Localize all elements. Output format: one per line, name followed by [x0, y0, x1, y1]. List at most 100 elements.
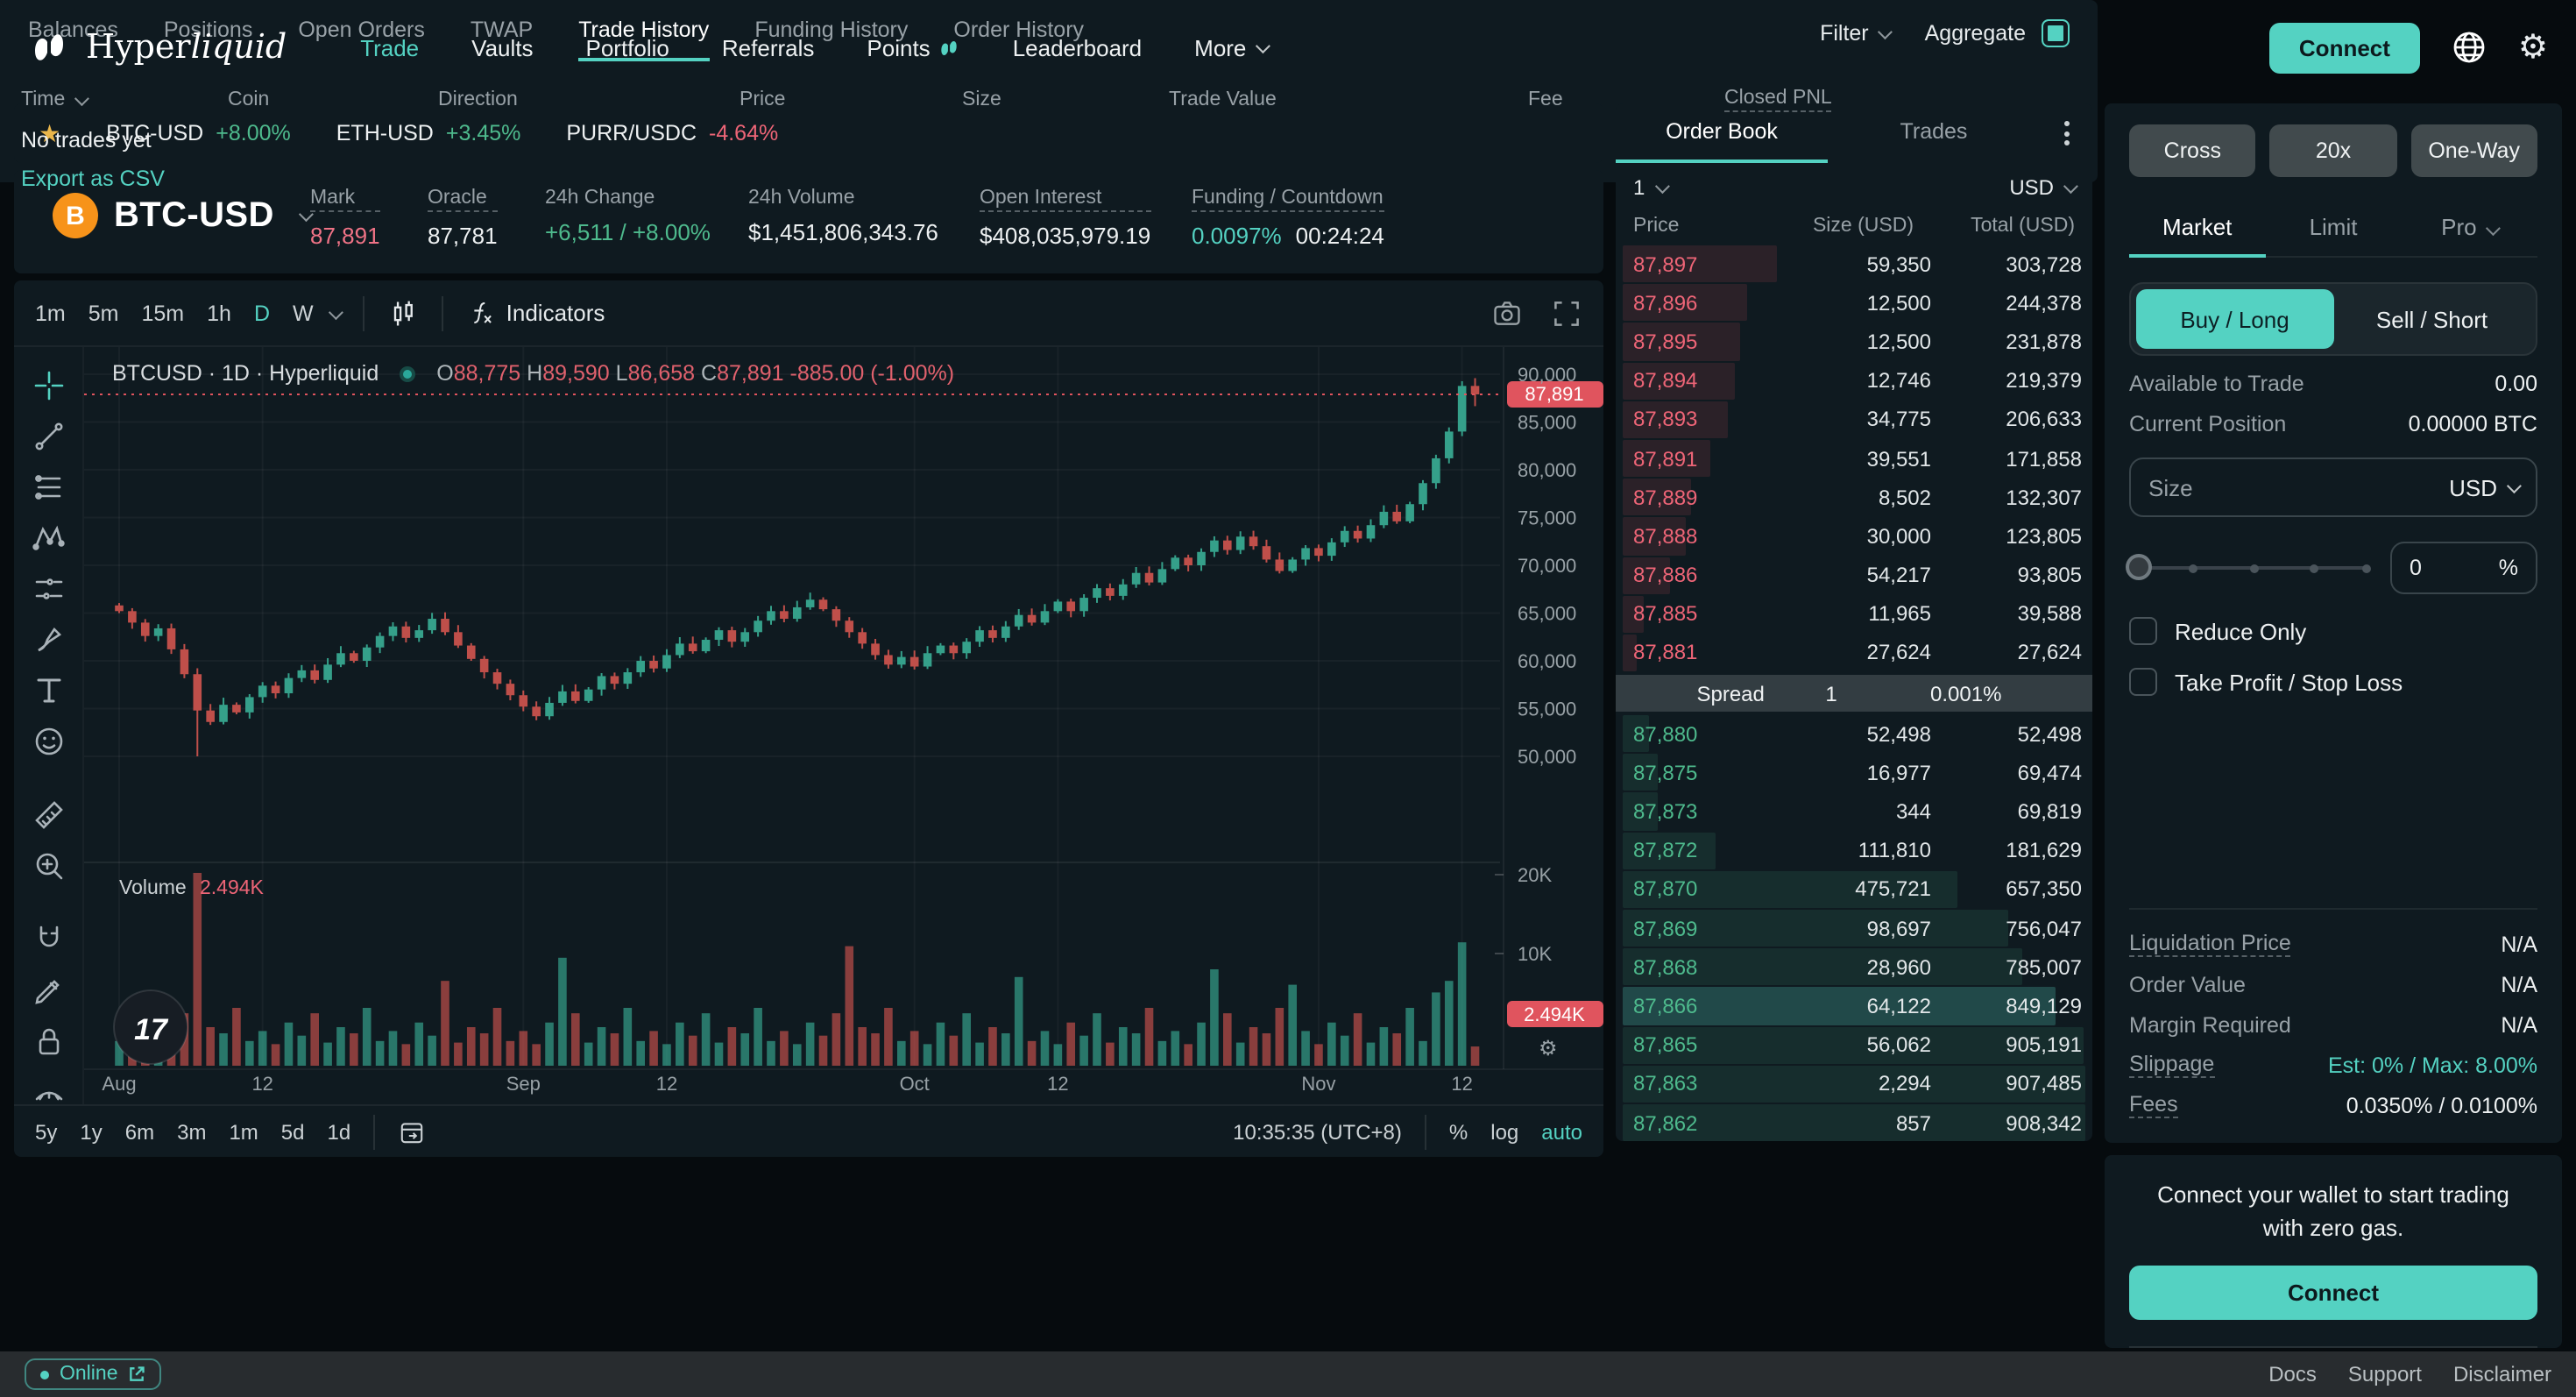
nav-item-referrals[interactable]: Referrals [722, 34, 815, 60]
column-trade-value[interactable]: Trade Value [1169, 88, 1528, 112]
trend-line-icon[interactable] [31, 419, 66, 454]
orderbook-ask-row[interactable]: 87,886 54,217 93,805 [1623, 557, 2085, 594]
column-fee[interactable]: Fee [1528, 88, 1724, 112]
scale-auto[interactable]: auto [1541, 1119, 1582, 1144]
orderbook-bid-row[interactable]: 87,865 56,062 905,191 [1623, 1026, 2085, 1064]
tab-trades[interactable]: Trades [1828, 103, 2040, 163]
scale-log[interactable]: log [1490, 1119, 1518, 1144]
range-1d[interactable]: 1d [328, 1119, 351, 1144]
interval-1m[interactable]: 1m [35, 301, 66, 325]
orderbook-ask-row[interactable]: 87,888 30,000 123,805 [1623, 517, 2085, 555]
orderbook-bid-row[interactable]: 87,875 16,977 69,474 [1623, 754, 2085, 791]
connect-button[interactable]: Connect [2268, 22, 2420, 73]
xabcd-pattern-icon[interactable] [31, 521, 66, 556]
indicators-button[interactable]: Indicators [466, 298, 605, 328]
ticker-item-ETH-USD[interactable]: ETH-USD +3.45% [336, 121, 521, 145]
interval-15m[interactable]: 15m [142, 301, 185, 325]
sell-short-button[interactable]: Sell / Short [2333, 289, 2530, 349]
margin-button-one-way[interactable]: One-Way [2410, 124, 2537, 177]
range-3m[interactable]: 3m [177, 1119, 206, 1144]
checkbox-reduce-only[interactable]: Reduce Only [2129, 617, 2537, 645]
column-coin[interactable]: Coin [228, 88, 438, 112]
gear-icon[interactable]: ⚙ [2518, 31, 2548, 64]
nav-item-leaderboard[interactable]: Leaderboard [1013, 34, 1142, 60]
orderbook-bid-row[interactable]: 87,870 475,721 657,350 [1623, 870, 2085, 908]
column-price[interactable]: Price [740, 88, 962, 112]
orderbook-bid-row[interactable]: 87,868 28,960 785,007 [1623, 948, 2085, 986]
hyperliquid-logo[interactable]: Hyperliquid [28, 26, 287, 68]
range-1m[interactable]: 1m [229, 1119, 258, 1144]
column-closed-pnl[interactable]: Closed PNL [1724, 88, 1935, 112]
chart-clock[interactable]: 10:35:35 (UTC+8) [1233, 1119, 1402, 1144]
checkbox-take-profit-stop-loss[interactable]: Take Profit / Stop Loss [2129, 668, 2537, 696]
export-csv-link[interactable]: Export as CSV [21, 167, 165, 191]
magnet-icon[interactable] [31, 922, 66, 957]
margin-button-20x[interactable]: 20x [2269, 124, 2397, 177]
tab-limit[interactable]: Limit [2265, 198, 2401, 258]
orderbook-ask-row[interactable]: 87,891 39,551 171,858 [1623, 439, 2085, 478]
goto-date-icon[interactable] [398, 1117, 426, 1145]
orderbook-bid-row[interactable]: 87,873 344 69,819 [1623, 792, 2085, 831]
buy-long-button[interactable]: Buy / Long [2136, 289, 2333, 349]
orderbook-bid-row[interactable]: 87,863 2,294 907,485 [1623, 1065, 2085, 1103]
size-input[interactable]: Size USD [2129, 457, 2537, 517]
hide-drawings-icon[interactable] [31, 1074, 66, 1104]
brush-icon[interactable] [31, 622, 66, 657]
footer-link-docs[interactable]: Docs [2268, 1362, 2317, 1386]
range-6m[interactable]: 6m [125, 1119, 154, 1144]
orderbook-bid-row[interactable]: 87,880 52,498 52,498 [1623, 715, 2085, 753]
interval-chevron-icon[interactable] [328, 304, 343, 320]
candle-style-icon[interactable] [387, 297, 419, 329]
unit-select[interactable]: USD [2009, 175, 2078, 200]
interval-5m[interactable]: 5m [88, 301, 119, 325]
emoji-icon[interactable] [31, 724, 66, 759]
nav-item-vaults[interactable]: Vaults [471, 34, 533, 60]
orderbook-ask-row[interactable]: 87,894 12,746 219,379 [1623, 362, 2085, 400]
tab-order-book[interactable]: Order Book [1616, 103, 1828, 163]
ticker-item-PURR/USDC[interactable]: PURR/USDC -4.64% [566, 121, 778, 145]
orderbook-bid-row[interactable]: 87,869 98,697 756,047 [1623, 910, 2085, 947]
kebab-menu-icon[interactable] [2040, 103, 2092, 163]
column-direction[interactable]: Direction [438, 88, 740, 112]
interval-D[interactable]: D [254, 301, 270, 325]
online-status-badge[interactable]: Online [25, 1358, 162, 1390]
zoom-in-icon[interactable] [31, 848, 66, 883]
nav-item-portfolio[interactable]: Portfolio [586, 34, 669, 60]
drawing-lock-icon[interactable] [31, 973, 66, 1008]
slider-knob[interactable] [2126, 554, 2152, 580]
orderbook-ask-row[interactable]: 87,895 12,500 231,878 [1623, 323, 2085, 361]
lock-all-icon[interactable] [31, 1024, 66, 1059]
size-slider[interactable] [2126, 554, 2371, 580]
orderbook-bid-row[interactable]: 87,866 64,122 849,129 [1623, 987, 2085, 1025]
range-5d[interactable]: 5d [281, 1119, 305, 1144]
interval-W[interactable]: W [293, 301, 314, 325]
orderbook-ask-row[interactable]: 87,881 27,624 27,624 [1623, 634, 2085, 672]
text-icon[interactable] [31, 673, 66, 708]
range-1y[interactable]: 1y [80, 1119, 102, 1144]
connect-wallet-button[interactable]: Connect [2129, 1266, 2537, 1320]
orderbook-ask-row[interactable]: 87,889 8,502 132,307 [1623, 479, 2085, 516]
orderbook-ask-row[interactable]: 87,893 34,775 206,633 [1623, 401, 2085, 438]
nav-item-more[interactable]: More [1194, 34, 1271, 60]
chart-canvas[interactable]: 17 87,891 2.494K 90,000 85,000 80,000 75,000 70… [84, 347, 1603, 1101]
ruler-icon[interactable] [31, 798, 66, 833]
tick-size-select[interactable]: 1 [1633, 175, 1670, 200]
globe-icon[interactable] [2452, 30, 2487, 65]
footer-link-support[interactable]: Support [2348, 1362, 2422, 1386]
orderbook-bid-row[interactable]: 87,862 857 908,342 [1623, 1103, 2085, 1141]
fib-retracement-icon[interactable] [31, 470, 66, 505]
nav-item-points[interactable]: Points [867, 34, 959, 60]
nav-item-trade[interactable]: Trade [360, 34, 419, 60]
tab-pro[interactable]: Pro [2402, 198, 2537, 258]
coin-selector[interactable]: B BTC-USD [53, 193, 315, 238]
scale-%[interactable]: % [1449, 1119, 1468, 1144]
column-time[interactable]: Time [21, 88, 228, 112]
long-position-icon[interactable] [31, 571, 66, 606]
slider-percent-input[interactable]: 0% [2390, 542, 2537, 594]
orderbook-ask-row[interactable]: 87,897 59,350 303,728 [1623, 245, 2085, 283]
column-size[interactable]: Size [962, 88, 1169, 112]
tab-market[interactable]: Market [2129, 198, 2266, 258]
margin-button-cross[interactable]: Cross [2129, 124, 2256, 177]
fullscreen-icon[interactable] [1551, 297, 1582, 329]
snapshot-icon[interactable] [1491, 297, 1523, 329]
